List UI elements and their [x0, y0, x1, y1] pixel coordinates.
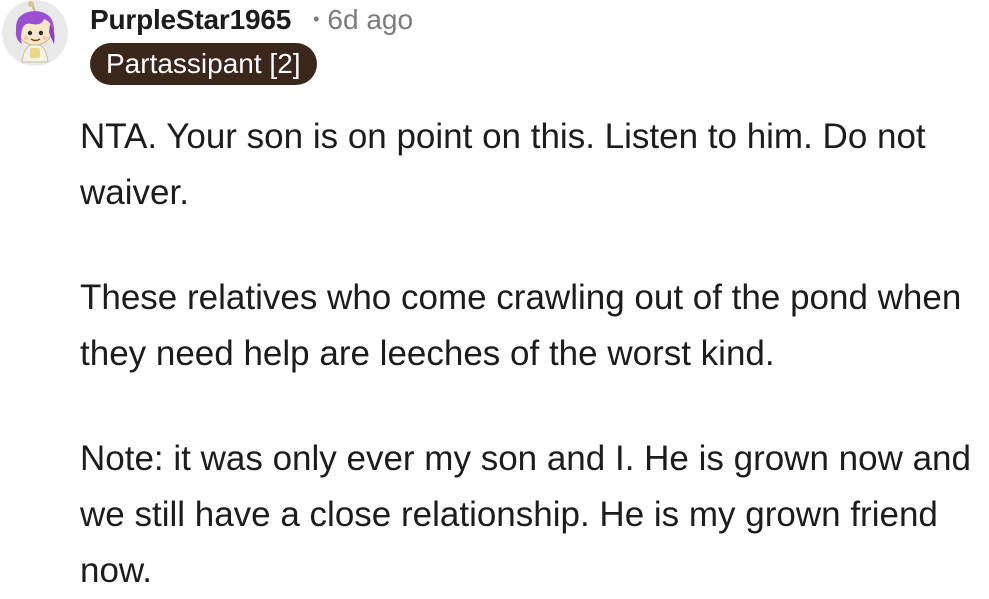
comment-header: PurpleStar1965 • 6d ago — [90, 2, 413, 38]
username-link[interactable]: PurpleStar1965 — [90, 4, 291, 36]
timestamp[interactable]: 6d ago — [327, 4, 413, 36]
comment-body: NTA. Your son is on point on this. Liste… — [80, 109, 980, 599]
separator-dot: • — [313, 8, 320, 29]
comment-paragraph: Note: it was only ever my son and I. He … — [80, 439, 971, 590]
user-flair-badge: Partassipant [2] — [90, 43, 317, 85]
avatar[interactable] — [2, 0, 68, 66]
comment-paragraph: These relatives who come crawling out of… — [80, 278, 962, 373]
comment: PurpleStar1965 • 6d ago Partassipant [2]… — [0, 0, 989, 590]
comment-paragraph: NTA. Your son is on point on this. Liste… — [80, 117, 926, 212]
snoo-avatar-icon — [2, 0, 68, 66]
